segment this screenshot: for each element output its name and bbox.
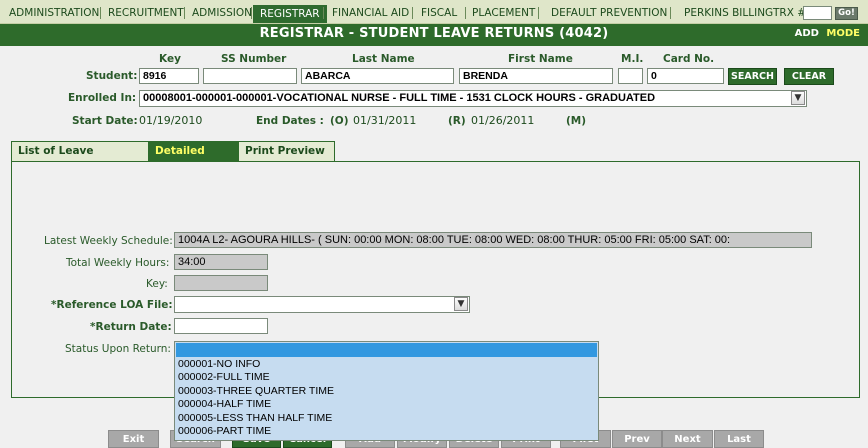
go-button[interactable]: Go! bbox=[835, 7, 858, 20]
dropdown-option-part-time[interactable]: 000006-PART TIME bbox=[178, 425, 271, 437]
column-first-name: First Name bbox=[508, 53, 573, 65]
nav-divider bbox=[670, 7, 671, 19]
return-date-label: *Return Date: bbox=[90, 321, 172, 333]
column-key: Key bbox=[159, 53, 181, 65]
search-button[interactable]: SEARCH bbox=[728, 68, 777, 85]
clear-button[interactable]: CLEAR bbox=[784, 68, 834, 85]
nav-divider bbox=[412, 7, 413, 19]
key-field bbox=[174, 275, 268, 291]
weekly-schedule-field: 1004A L2- AGOURA HILLS- ( SUN: 00:00 MON… bbox=[174, 232, 812, 248]
status-upon-return-label: Status Upon Return: bbox=[65, 343, 171, 355]
revised-end-date: 01/26/2011 bbox=[471, 114, 535, 127]
middle-initial-field[interactable] bbox=[618, 68, 643, 84]
nav-perkins-billing[interactable]: PERKINS BILLING bbox=[677, 4, 780, 22]
reference-loa-label: *Reference LOA File: bbox=[51, 299, 173, 311]
mode-indicator: ADD MODE bbox=[795, 28, 860, 39]
student-label: Student: bbox=[86, 70, 138, 82]
dropdown-option-three-quarter-time[interactable]: 000003-THREE QUARTER TIME bbox=[178, 385, 334, 397]
nav-financial-aid[interactable]: FINANCIAL AID bbox=[325, 4, 416, 22]
modified-end-label: (M) bbox=[566, 115, 587, 127]
dropdown-option-less-than-half-time[interactable]: 000005-LESS THAN HALF TIME bbox=[178, 412, 332, 424]
title-bar: REGISTRAR - STUDENT LEAVE RETURNS (4042)… bbox=[0, 24, 868, 46]
dropdown-option-half-time[interactable]: 000004-HALF TIME bbox=[178, 398, 271, 410]
end-dates-label: End Dates : bbox=[256, 115, 324, 127]
status-upon-return-dropdown[interactable]: 000001-NO INFO 000002-FULL TIME 000003-T… bbox=[174, 341, 599, 441]
chevron-down-icon[interactable]: ▼ bbox=[791, 91, 805, 105]
mode-prefix: ADD bbox=[794, 28, 819, 39]
reference-loa-select[interactable] bbox=[174, 296, 470, 313]
chevron-down-icon[interactable]: ▼ bbox=[454, 297, 468, 311]
weekly-schedule-label: Latest Weekly Schedule: bbox=[44, 235, 173, 247]
first-name-field[interactable]: BRENDA bbox=[459, 68, 613, 84]
mode-label: MODE bbox=[826, 28, 860, 39]
ss-number-field[interactable] bbox=[203, 68, 297, 84]
column-ss-number: SS Number bbox=[221, 53, 287, 65]
nav-administration[interactable]: ADMINISTRATION bbox=[2, 4, 106, 22]
page-title: REGISTRAR - STUDENT LEAVE RETURNS (4042) bbox=[259, 26, 609, 41]
nav-default-prevention[interactable]: DEFAULT PREVENTION bbox=[544, 4, 674, 22]
top-navigation: ADMINISTRATION RECRUITMENT ADMISSION REG… bbox=[0, 0, 868, 24]
last-name-field[interactable]: ABARCA bbox=[301, 68, 454, 84]
nav-divider bbox=[323, 7, 324, 19]
revised-end-label: (R) bbox=[448, 115, 466, 127]
dropdown-option-no-info[interactable]: 000001-NO INFO bbox=[178, 358, 260, 370]
column-mi: M.I. bbox=[621, 53, 644, 65]
total-weekly-hours-field: 34:00 bbox=[174, 254, 268, 270]
exit-button[interactable]: Exit bbox=[108, 430, 159, 448]
prev-button[interactable]: Prev bbox=[612, 430, 662, 448]
nav-fiscal[interactable]: FISCAL bbox=[414, 4, 464, 22]
column-last-name: Last Name bbox=[352, 53, 415, 65]
nav-registrar[interactable]: REGISTRAR bbox=[253, 5, 327, 23]
nav-recruitment[interactable]: RECRUITMENT bbox=[101, 4, 191, 22]
tab-print-preview[interactable]: Print Preview bbox=[238, 141, 335, 161]
trx-input[interactable] bbox=[803, 6, 832, 20]
nav-divider bbox=[251, 7, 252, 19]
total-weekly-hours-label: Total Weekly Hours: bbox=[66, 257, 170, 269]
original-end-date: 01/31/2011 bbox=[353, 114, 417, 127]
key-label: Key: bbox=[146, 278, 168, 290]
student-key-field[interactable]: 8916 bbox=[139, 68, 199, 84]
last-button[interactable]: Last bbox=[714, 430, 764, 448]
tab-detailed-info[interactable]: Detailed Info bbox=[148, 141, 238, 175]
nav-placement[interactable]: PLACEMENT bbox=[465, 4, 542, 22]
return-date-field[interactable] bbox=[174, 318, 268, 334]
start-date-label: Start Date: bbox=[72, 115, 138, 127]
next-button[interactable]: Next bbox=[662, 430, 713, 448]
original-end-label: (O) bbox=[330, 115, 349, 127]
nav-admission[interactable]: ADMISSION bbox=[185, 4, 259, 22]
start-date-value: 01/19/2010 bbox=[139, 114, 203, 127]
nav-divider bbox=[538, 7, 539, 19]
enrolled-in-label: Enrolled In: bbox=[68, 92, 137, 104]
card-no-field[interactable]: 0 bbox=[647, 68, 724, 84]
dropdown-option-full-time[interactable]: 000002-FULL TIME bbox=[178, 371, 270, 383]
enrolled-in-select[interactable]: 00008001-000001-000001-VOCATIONAL NURSE … bbox=[139, 90, 807, 107]
tab-list-of-leave-returns[interactable]: List of Leave Returns bbox=[11, 141, 149, 175]
dropdown-option-selected[interactable] bbox=[176, 343, 597, 357]
column-card-no: Card No. bbox=[663, 53, 715, 65]
